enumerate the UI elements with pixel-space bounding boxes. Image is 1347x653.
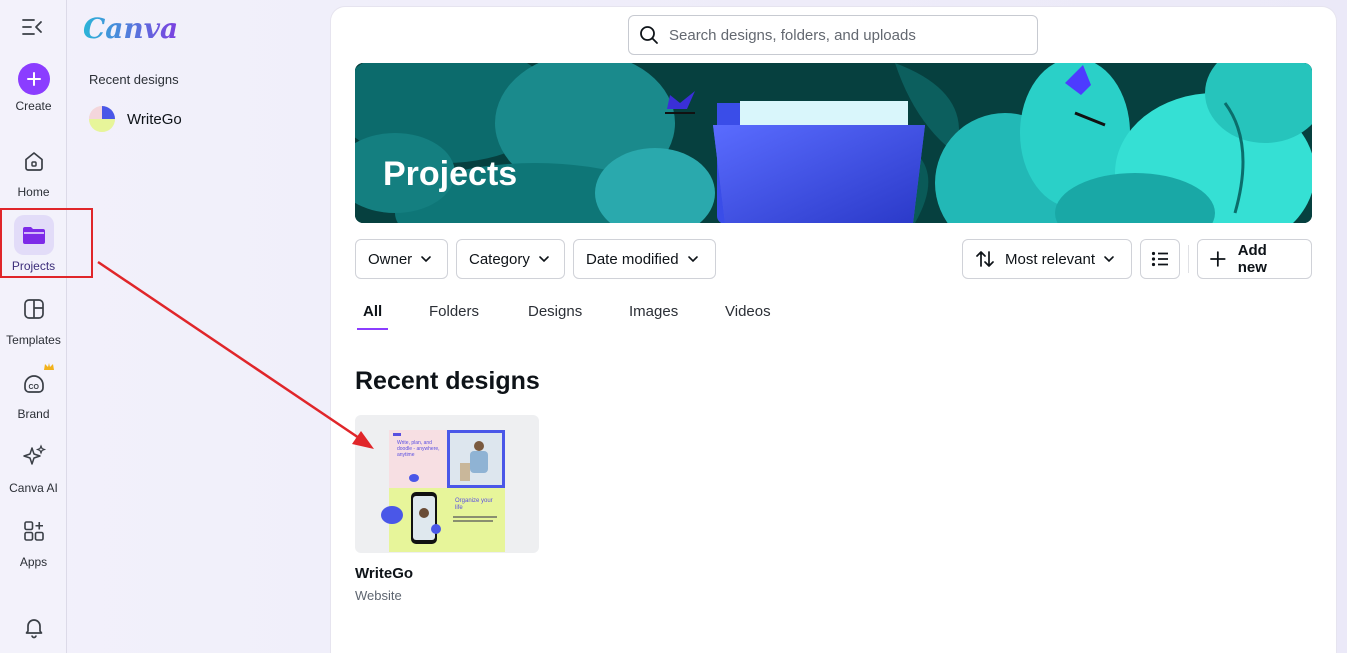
notifications-button[interactable] [0,607,67,647]
category-filter-label: Category [469,250,530,268]
tab-folders[interactable]: Folders [429,303,479,330]
search-icon [640,26,658,44]
nav-templates[interactable]: Templates [0,289,67,347]
chevron-down-icon [539,256,549,263]
sort-dropdown[interactable]: Most relevant [962,239,1132,279]
plus-icon [1210,251,1226,267]
list-view-button[interactable] [1140,239,1180,279]
design-card[interactable]: Write, plan, and doodle - anywhere, anyt… [355,415,539,603]
side-panel [68,0,330,653]
design-type: Website [355,588,402,603]
date-modified-filter-label: Date modified [586,250,679,268]
nav-apps-label: Apps [19,555,48,569]
nav-canva-ai[interactable]: Canva AI [0,437,67,495]
nav-home-label: Home [17,185,50,199]
design-thumbnail[interactable]: Write, plan, and doodle - anywhere, anyt… [355,415,539,553]
tab-all[interactable]: All [356,303,389,330]
design-preview-headline: Write, plan, and doodle - anywhere, anyt… [397,440,440,458]
list-view-icon [1151,251,1168,267]
sparkle-icon [14,437,54,477]
nav-projects-label: Projects [11,259,56,273]
projects-banner: Projects [355,63,1312,223]
sort-icon [976,251,994,267]
banner-title: Projects [383,155,518,193]
add-new-label: Add new [1237,242,1267,276]
tab-videos[interactable]: Videos [725,303,771,330]
add-new-button[interactable]: Add new [1197,239,1312,279]
tab-designs[interactable]: Designs [528,303,582,330]
chevron-down-icon [687,256,698,263]
svg-text:CO: CO [28,384,39,391]
design-name[interactable]: WriteGo [355,565,539,582]
design-preview: Write, plan, and doodle - anywhere, anyt… [381,430,505,552]
date-modified-filter[interactable]: Date modified [573,239,716,279]
search-bar[interactable] [628,15,1038,55]
nav-canva-ai-label: Canva AI [9,481,58,495]
design-thumbnail-icon [89,106,115,132]
create-label: Create [15,99,52,113]
recent-designs-heading: Recent designs [89,72,179,87]
section-title: Recent designs [355,367,540,395]
nav-brand[interactable]: CO Brand [0,363,67,421]
plus-icon [17,63,50,95]
home-icon [14,141,54,181]
recent-design-item[interactable]: WriteGo [89,106,182,132]
design-preview-subhead: Organize your life [455,498,493,511]
chevron-down-icon [1104,256,1114,263]
tab-images[interactable]: Images [629,303,678,330]
nav-templates-label: Templates [6,333,61,347]
sort-dropdown-label: Most relevant [1005,250,1096,268]
owner-filter[interactable]: Owner [355,239,448,279]
bell-icon [14,607,54,647]
toolbar-divider [1188,245,1189,273]
folder-icon [13,215,54,255]
banner-illustration [355,63,1312,223]
crown-icon [44,363,54,370]
category-filter[interactable]: Category [456,239,565,279]
nav-home[interactable]: Home [0,141,67,199]
nav-projects[interactable]: Projects [0,215,67,273]
chevron-down-icon [421,256,431,263]
apps-icon [14,511,54,551]
recent-design-name: WriteGo [127,110,182,128]
main-content: Projects Owner Category Date modified Mo… [331,7,1336,653]
search-input[interactable] [669,26,1009,44]
create-button[interactable]: Create [0,63,67,113]
templates-icon [14,289,54,329]
owner-filter-label: Owner [368,250,413,268]
left-nav-rail: Create Home Projects Templates CO Brand … [0,0,67,653]
nav-apps[interactable]: Apps [0,511,67,569]
canva-logo[interactable]: Canva [83,12,178,45]
collapse-menu-icon[interactable] [20,16,44,38]
nav-brand-label: Brand [17,407,50,421]
